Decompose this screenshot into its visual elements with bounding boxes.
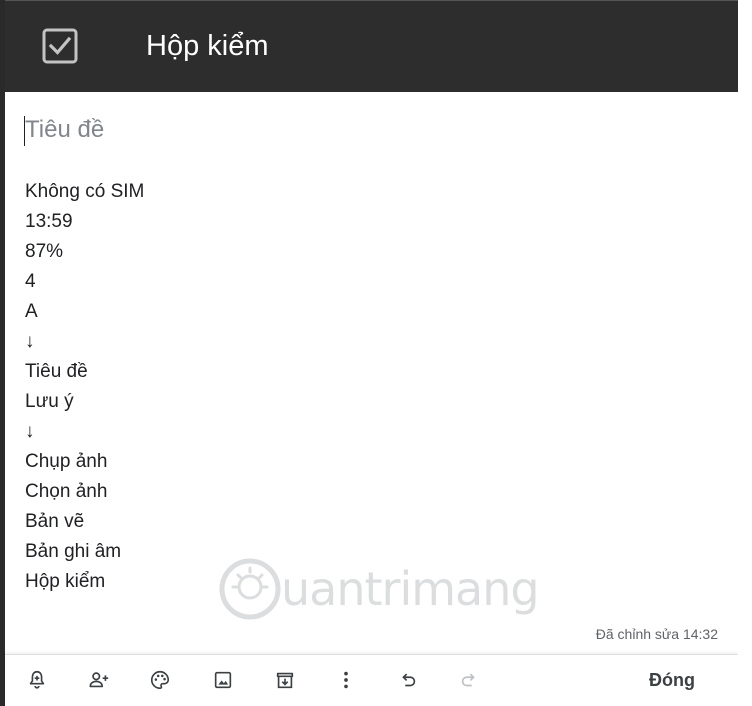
add-image-button[interactable] bbox=[209, 666, 237, 694]
background-color-button[interactable] bbox=[146, 666, 174, 694]
archive-icon bbox=[276, 672, 294, 689]
watermark-logo-icon bbox=[219, 558, 281, 620]
add-collaborator-button[interactable] bbox=[85, 666, 113, 694]
note-body[interactable]: Không có SIM 13:59 87% 4 A ↓ Tiêu đề Lưu… bbox=[25, 177, 144, 597]
note-line: Chụp ảnh bbox=[25, 451, 108, 472]
undo-button[interactable] bbox=[394, 666, 422, 694]
watermark-text: uantrimang bbox=[281, 562, 540, 616]
note-title-input[interactable] bbox=[25, 112, 705, 148]
redo-button[interactable] bbox=[455, 666, 483, 694]
checkbox-icon bbox=[42, 28, 78, 64]
note-line: ↓ bbox=[25, 331, 35, 352]
note-line: 4 bbox=[25, 271, 36, 292]
note-line: A bbox=[25, 301, 38, 322]
note-toolbar: Đóng bbox=[5, 654, 738, 706]
note-line: Hộp kiểm bbox=[25, 571, 106, 592]
note-line: 13:59 bbox=[25, 211, 73, 232]
note-line: 87% bbox=[25, 241, 64, 262]
more-options-button[interactable] bbox=[332, 666, 360, 694]
edited-timestamp: Đã chỉnh sửa 14:32 bbox=[595, 626, 718, 642]
note-line: Bản vẽ bbox=[25, 511, 85, 532]
add-reminder-button[interactable] bbox=[23, 666, 51, 694]
archive-button[interactable] bbox=[271, 666, 299, 694]
note-line: ↓ bbox=[25, 421, 35, 442]
window-frame-right bbox=[738, 0, 752, 706]
note-line: Tiêu đề bbox=[25, 361, 88, 382]
palette-icon bbox=[151, 670, 170, 690]
collaborator-icon bbox=[89, 672, 109, 688]
text-caret bbox=[24, 116, 25, 146]
redo-icon bbox=[461, 673, 475, 687]
page-title: Hộp kiểm bbox=[146, 30, 269, 62]
image-icon bbox=[214, 671, 232, 689]
note-line: Chọn ảnh bbox=[25, 481, 108, 502]
note-line: Lưu ý bbox=[25, 391, 74, 412]
note-line: Không có SIM bbox=[25, 181, 145, 202]
app-header: Hộp kiểm bbox=[5, 0, 738, 92]
note-line: Bản ghi âm bbox=[25, 541, 122, 562]
undo-icon bbox=[402, 673, 416, 687]
close-button[interactable]: Đóng bbox=[637, 665, 707, 695]
watermark: uantrimang bbox=[215, 554, 555, 624]
add-reminder-icon bbox=[29, 670, 45, 689]
note-editor: Không có SIM 13:59 87% 4 A ↓ Tiêu đề Lưu… bbox=[5, 92, 738, 654]
more-icon bbox=[344, 671, 348, 689]
